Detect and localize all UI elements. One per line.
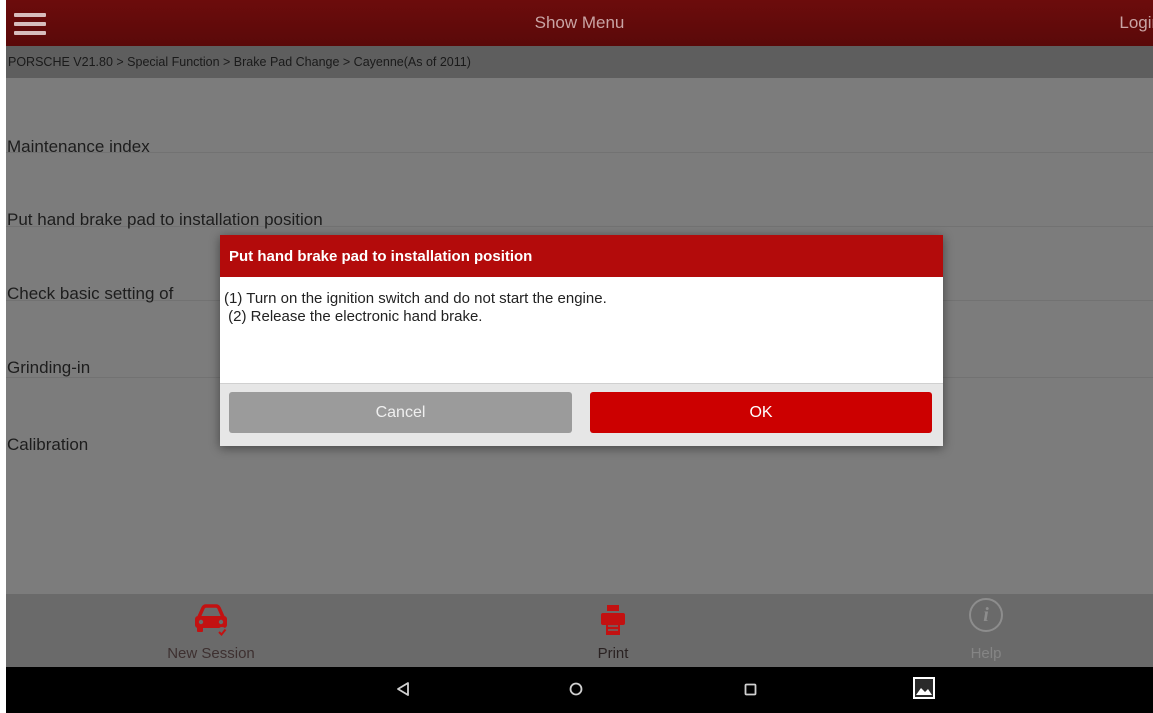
car-icon	[191, 603, 231, 642]
info-icon: i	[969, 598, 1003, 632]
printer-icon	[599, 603, 627, 642]
dialog-line: (2) Release the electronic hand brake.	[224, 308, 483, 325]
app-window: Show Menu Login PORSCHE V21.80 > Special…	[6, 0, 1153, 713]
help-button[interactable]: i Help	[941, 594, 1031, 667]
new-session-button[interactable]: New Session	[146, 594, 276, 667]
confirm-dialog: Put hand brake pad to installation posit…	[220, 235, 943, 446]
show-menu-title[interactable]: Show Menu	[6, 13, 1153, 33]
dialog-line: (1) Turn on the ignition switch and do n…	[224, 290, 607, 307]
help-label: Help	[970, 645, 1002, 662]
list-item-label: Check basic setting of	[7, 284, 174, 303]
login-link[interactable]: Login	[1119, 13, 1153, 33]
gallery-icon[interactable]	[912, 676, 936, 713]
ok-button[interactable]: OK	[590, 392, 932, 433]
top-bar: Show Menu Login	[6, 0, 1153, 46]
home-circle-icon[interactable]	[568, 681, 584, 713]
list-item-label: Grinding-in	[7, 358, 91, 377]
list-item[interactable]: Maintenance index	[6, 78, 1153, 155]
help-glyph: i	[969, 598, 1003, 632]
recent-square-icon[interactable]	[744, 683, 757, 713]
list-item-label: Put hand brake pad to installation posit…	[7, 210, 323, 229]
back-triangle-icon[interactable]	[396, 681, 410, 713]
list-item-label: Calibration	[7, 435, 89, 454]
android-nav-bar	[6, 667, 1153, 713]
dialog-footer: Cancel OK	[220, 383, 943, 446]
bottom-toolbar: New Session Print i Help	[6, 594, 1153, 667]
print-button[interactable]: Print	[568, 594, 658, 667]
cancel-button[interactable]: Cancel	[229, 392, 572, 433]
new-session-label: New Session	[167, 645, 255, 662]
list-item[interactable]: Put hand brake pad to installation posit…	[6, 153, 1153, 229]
dialog-message: (1) Turn on the ignition switch and do n…	[220, 277, 943, 383]
print-label: Print	[597, 645, 629, 662]
dialog-title: Put hand brake pad to installation posit…	[220, 235, 943, 277]
breadcrumb: PORSCHE V21.80 > Special Function > Brak…	[6, 46, 1153, 78]
